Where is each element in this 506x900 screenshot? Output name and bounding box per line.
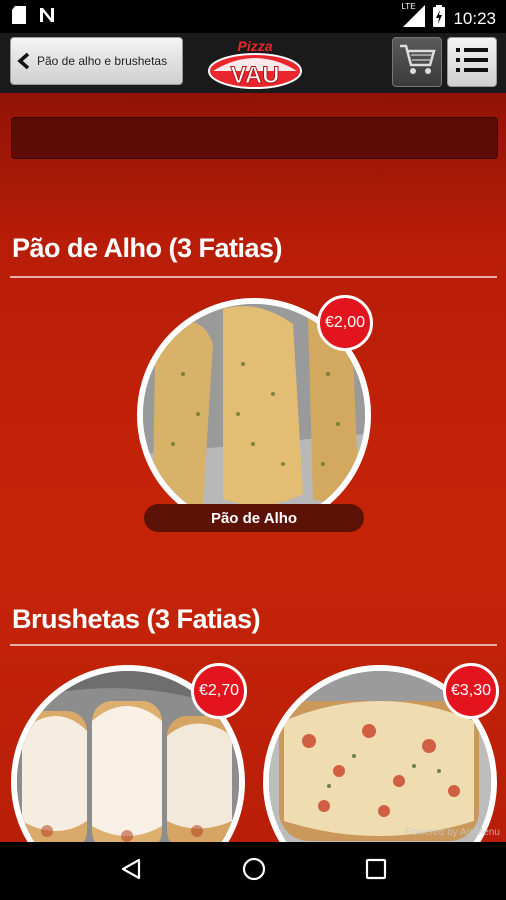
logo-top-text: Pizza (237, 38, 272, 54)
recents-square-icon[interactable] (365, 858, 387, 885)
sd-card-icon (12, 6, 26, 29)
signal-icon: LTE (401, 2, 426, 32)
menu-button[interactable] (447, 37, 497, 87)
price-badge: €3,30 (443, 663, 499, 719)
status-time: 10:23 (453, 8, 496, 28)
home-circle-icon[interactable] (241, 856, 267, 887)
notification-n-icon (38, 6, 56, 29)
system-nav-bar (0, 842, 506, 900)
section-divider (10, 644, 497, 646)
app-toolbar: Pão de alho e brushetas Pizza VAU (0, 33, 506, 93)
back-button[interactable]: Pão de alho e brushetas (10, 37, 183, 85)
cart-button[interactable] (392, 37, 442, 87)
pizza-vau-logo: Pizza VAU (207, 35, 303, 90)
price-badge: €2,70 (191, 663, 247, 719)
section-title-pao-de-alho: Pão de Alho (3 Fatias) (12, 233, 283, 263)
search-bar[interactable] (11, 117, 498, 159)
menu-content: Pão de Alho (3 Fatias) €2,00 Pão de Alho… (0, 93, 506, 842)
status-bar: LTE 10:23 (0, 0, 506, 33)
powered-by-text: Powered by AmMenu (404, 827, 500, 838)
back-button-label: Pão de alho e brushetas (37, 54, 168, 68)
back-triangle-icon[interactable] (119, 857, 143, 886)
section-title-brushetas: Brushetas (3 Fatias) (12, 604, 261, 634)
chevron-left-icon (11, 52, 37, 70)
battery-charging-icon (433, 5, 446, 32)
list-menu-icon (456, 47, 488, 78)
cart-icon (398, 43, 436, 82)
section-divider (10, 276, 497, 278)
logo-bottom-text: VAU (231, 62, 280, 89)
product-name-label: Pão de Alho (144, 504, 364, 532)
price-badge: €2,00 (317, 295, 373, 351)
